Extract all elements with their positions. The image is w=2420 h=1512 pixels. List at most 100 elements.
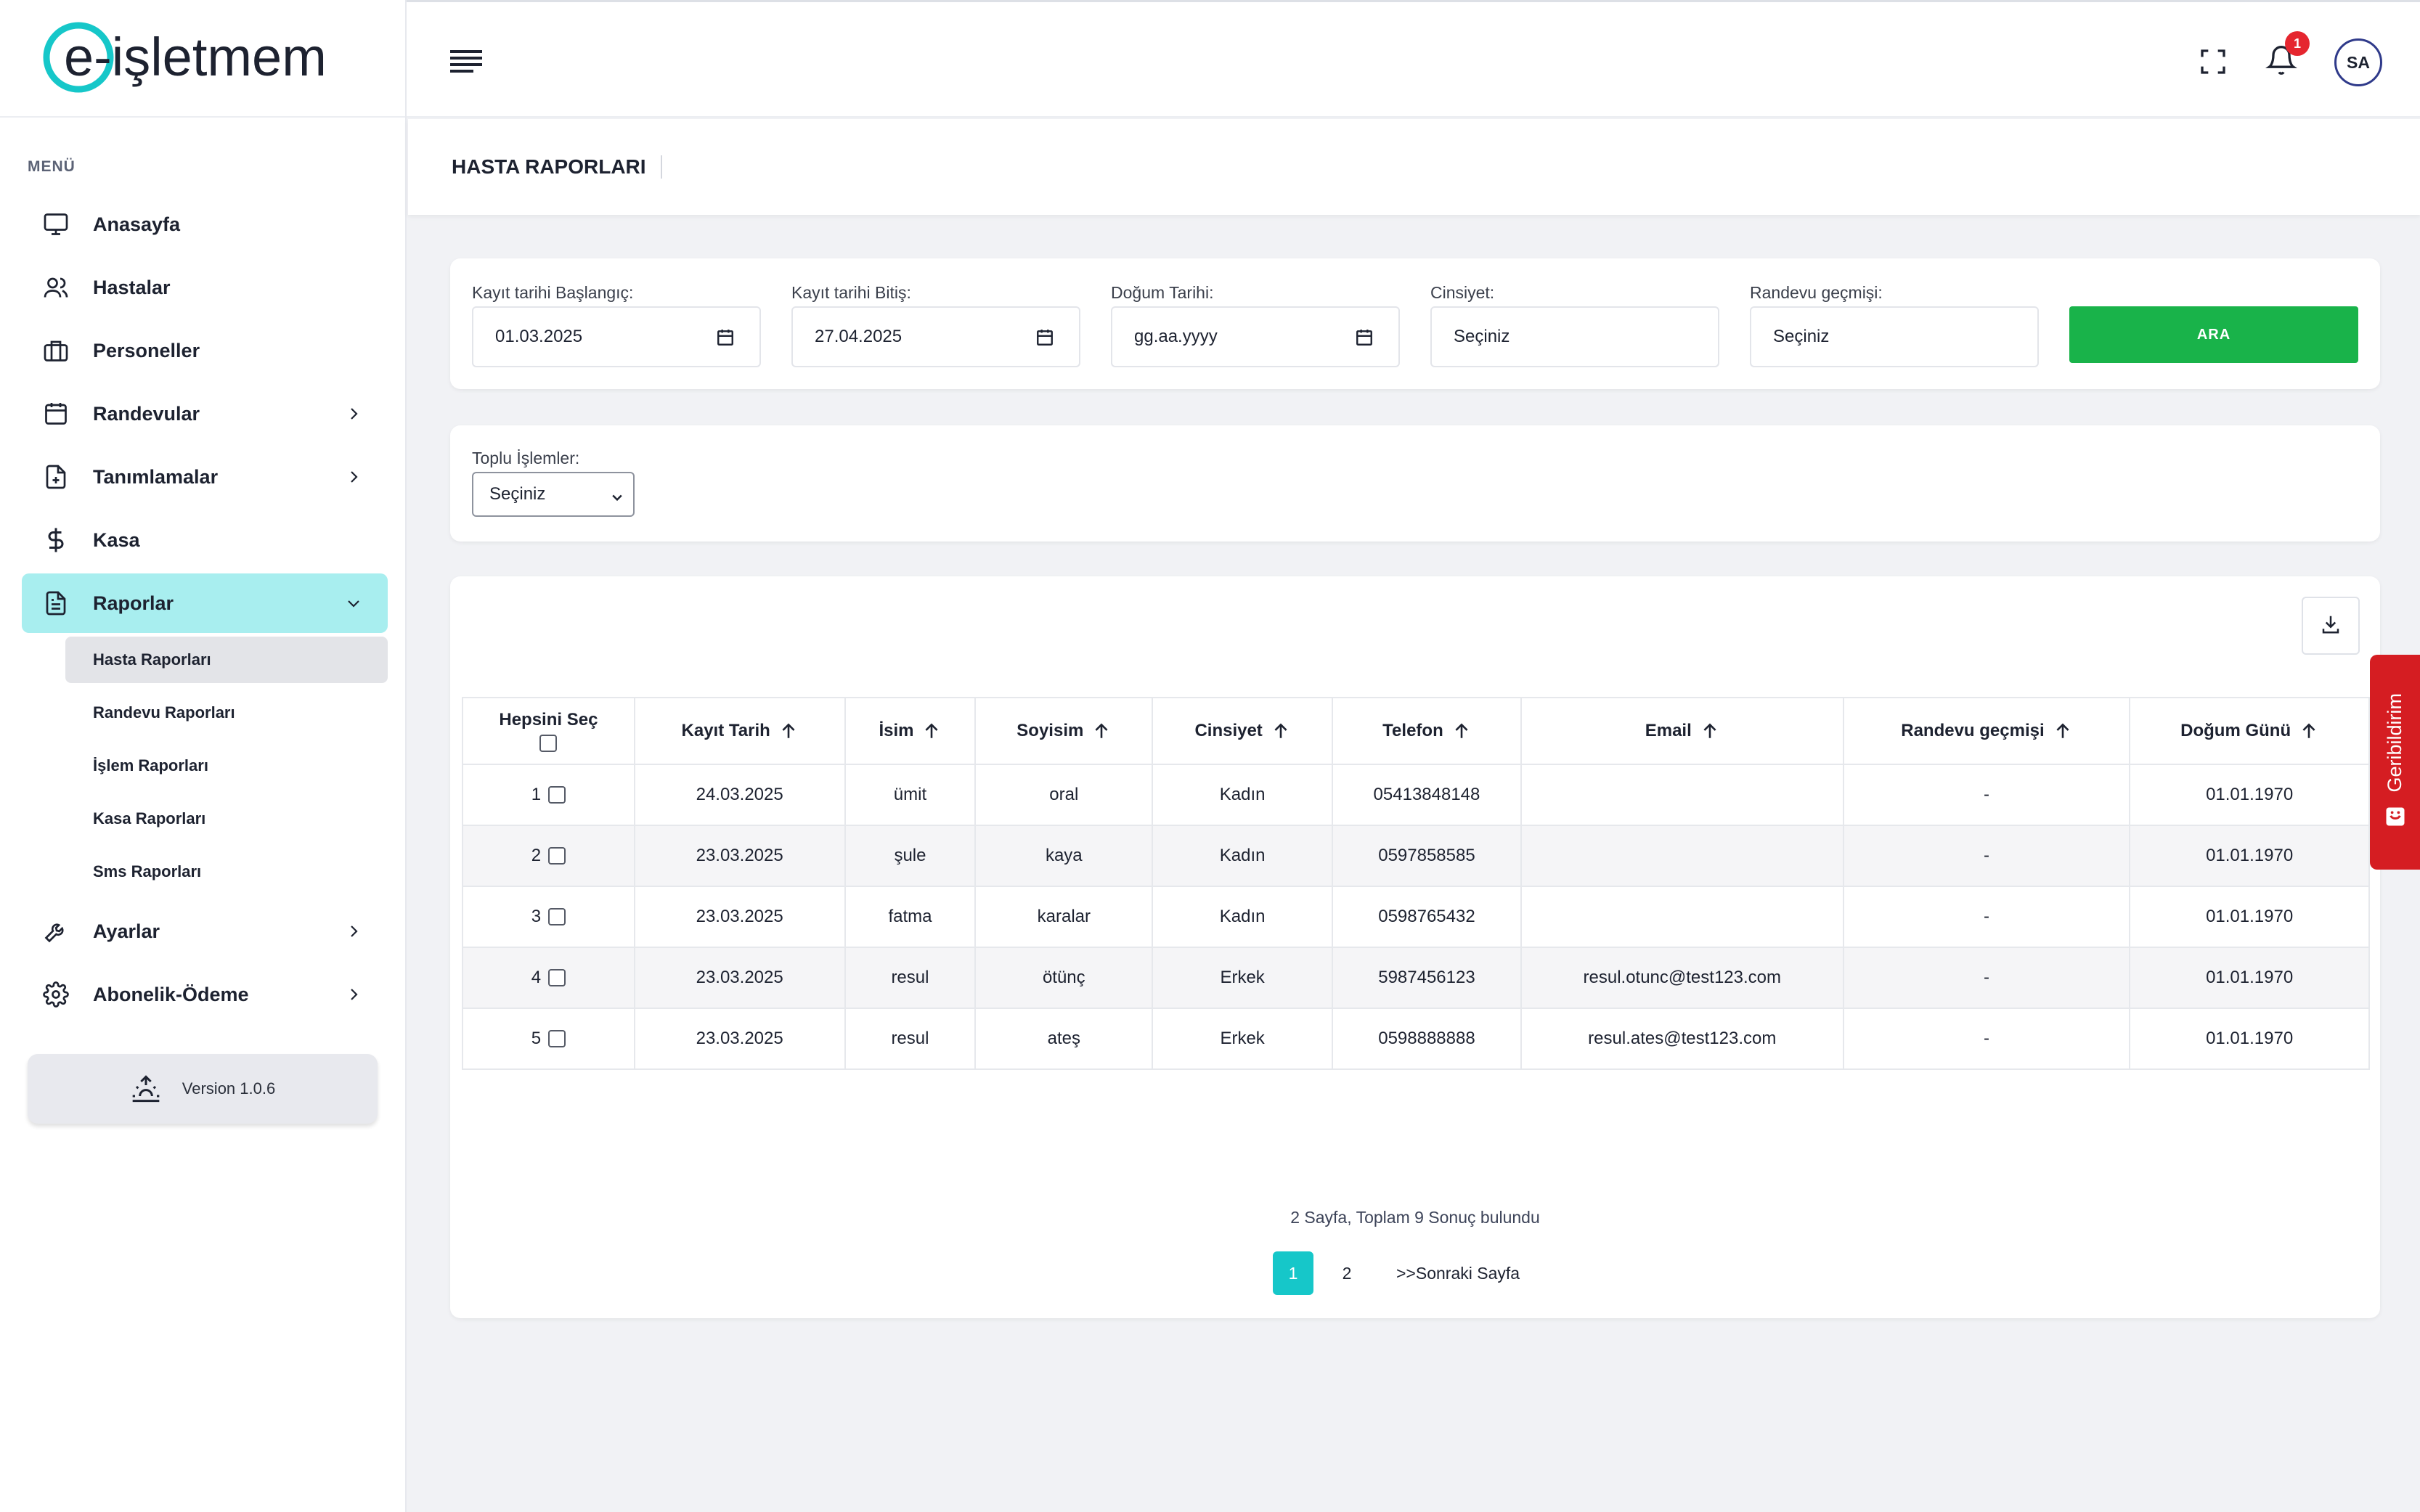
sidebar-item-hastalar[interactable]: Hastalar [22, 258, 388, 317]
bulk-actions-select[interactable]: Seçiniz [472, 472, 635, 517]
col-surname[interactable]: Soyisim [974, 697, 1154, 765]
feedback-tab[interactable]: Geribildirim [2370, 655, 2420, 870]
select-all-checkbox[interactable] [539, 735, 558, 752]
sort-arrow-icon[interactable] [2299, 720, 2318, 742]
col-phone[interactable]: Telefon [1332, 697, 1522, 765]
next-page-link[interactable]: >>Sonraki Sayfa [1396, 1264, 1520, 1283]
cell-surname: oral [974, 764, 1154, 826]
cell-date: 24.03.2025 [633, 764, 846, 826]
sidebar-item-label: Tanımlamalar [93, 465, 219, 488]
fullscreen-icon[interactable] [2199, 47, 2228, 80]
cell-name: şule [844, 825, 977, 887]
cell-phone: 05413848148 [1332, 764, 1522, 826]
cell-surname: kaya [974, 825, 1154, 887]
sort-arrow-icon[interactable] [1700, 720, 1719, 742]
cell-date: 23.03.2025 [633, 886, 846, 948]
filter-card: Kayıt tarihi Başlangıç: 01.03.2025 Kayıt… [450, 258, 2380, 389]
sidebar-subitem-sms-raporlari[interactable]: Sms Raporları [65, 849, 388, 895]
sidebar: e-işletmem MENÜ Anasayfa Hastalar Person… [0, 0, 407, 1512]
sidebar-item-abonelik-odeme[interactable]: Abonelik-Ödeme [22, 965, 388, 1024]
sidebar-item-tanimlamalar[interactable]: Tanımlamalar [22, 447, 388, 507]
sidebar-item-ayarlar[interactable]: Ayarlar [22, 902, 388, 961]
row-checkbox[interactable] [548, 786, 566, 804]
col-surname-label: Soyisim [1017, 721, 1084, 740]
cell-surname: ötünç [974, 947, 1154, 1009]
cell-gender: Erkek [1152, 947, 1334, 1009]
sort-arrow-icon[interactable] [1271, 720, 1290, 742]
page-button-2[interactable]: 2 [1327, 1251, 1367, 1295]
end-date-input[interactable]: 27.04.2025 [791, 306, 1080, 367]
cell-gender: Kadın [1152, 886, 1334, 948]
sort-arrow-icon[interactable] [1092, 720, 1111, 742]
cell-phone: 0598888888 [1332, 1008, 1522, 1070]
col-birthday-label: Doğum Günü [2180, 721, 2291, 740]
user-avatar[interactable]: SA [2334, 38, 2382, 86]
download-button[interactable] [2302, 597, 2360, 655]
col-gender[interactable]: Cinsiyet [1152, 697, 1334, 765]
row-select-cell: 4 [462, 947, 635, 1009]
calendar-icon[interactable] [716, 328, 735, 352]
search-button[interactable]: ARA [2069, 306, 2358, 363]
cell-email: resul.otunc@test123.com [1520, 947, 1844, 1009]
sidebar-subitem-kasa-raporlari[interactable]: Kasa Raporları [65, 796, 388, 842]
cell-name: resul [844, 1008, 977, 1070]
cell-phone: 0598765432 [1332, 886, 1522, 948]
row-checkbox[interactable] [548, 969, 566, 986]
download-icon [2320, 613, 2342, 639]
briefcase-icon [41, 335, 71, 366]
col-date[interactable]: Kayıt Tarih [633, 697, 846, 765]
start-date-input[interactable]: 01.03.2025 [472, 306, 761, 367]
logo[interactable]: e-işletmem [0, 0, 405, 118]
cell-surname: karalar [974, 886, 1154, 948]
birth-date-input[interactable]: gg.aa.yyyy [1111, 306, 1400, 367]
col-email-label: Email [1645, 721, 1692, 740]
cell-history: - [1842, 764, 2131, 826]
sidebar-item-personeller[interactable]: Personeller [22, 321, 388, 380]
col-birthday[interactable]: Doğum Günü [2129, 697, 2370, 765]
gender-select[interactable]: Seçiniz [1430, 306, 1719, 367]
cell-birthday: 01.01.1970 [2129, 764, 2370, 826]
sidebar-item-raporlar[interactable]: Raporlar [22, 573, 388, 633]
table-row: 1 24.03.2025 ümit oral Kadın 05413848148… [462, 764, 2370, 826]
sidebar-item-anasayfa[interactable]: Anasayfa [22, 195, 388, 254]
patient-report-table: Hepsini Seç Kayıt Tarih İsim Soyisim Cin… [462, 697, 2370, 1070]
sort-arrow-icon[interactable] [1452, 720, 1471, 742]
chevron-down-icon [610, 489, 624, 510]
col-email[interactable]: Email [1520, 697, 1844, 765]
row-checkbox[interactable] [548, 1030, 566, 1047]
col-name[interactable]: İsim [844, 697, 977, 765]
row-number: 2 [531, 846, 542, 865]
sidebar-subitem-randevu-raporlari[interactable]: Randevu Raporları [65, 690, 388, 736]
row-checkbox[interactable] [548, 908, 566, 925]
sort-arrow-icon[interactable] [2053, 720, 2072, 742]
history-select[interactable]: Seçiniz [1750, 306, 2039, 367]
birth-date-label: Doğum Tarihi: [1111, 283, 1214, 302]
calendar-icon[interactable] [1355, 328, 1374, 352]
cell-date: 23.03.2025 [633, 947, 846, 1009]
sidebar-subitem-islem-raporlari[interactable]: İşlem Raporları [65, 743, 388, 789]
sort-arrow-icon[interactable] [922, 720, 941, 742]
chevron-down-icon [343, 592, 364, 614]
sort-arrow-icon[interactable] [779, 720, 798, 742]
page-button-1[interactable]: 1 [1273, 1251, 1313, 1295]
history-label: Randevu geçmişi: [1750, 283, 1883, 302]
calendar-icon[interactable] [1035, 328, 1054, 352]
sidebar-item-randevular[interactable]: Randevular [22, 384, 388, 444]
start-date-value: 01.03.2025 [495, 327, 583, 346]
dollar-icon [41, 525, 71, 555]
sidebar-item-kasa[interactable]: Kasa [22, 510, 388, 570]
menu-toggle-icon[interactable] [450, 47, 482, 78]
row-checkbox[interactable] [548, 847, 566, 865]
col-select-all: Hepsini Seç [462, 697, 635, 765]
notification-count-badge: 1 [2285, 31, 2310, 56]
version-badge[interactable]: Version 1.0.6 [28, 1054, 378, 1124]
report-table-card: Hepsini Seç Kayıt Tarih İsim Soyisim Cin… [450, 576, 2380, 1318]
cell-date: 23.03.2025 [633, 825, 846, 887]
end-date-label: Kayıt tarihi Bitiş: [791, 283, 911, 302]
sidebar-subitem-hasta-raporlari[interactable]: Hasta Raporları [65, 637, 388, 683]
sidebar-item-label: Abonelik-Ödeme [93, 983, 249, 1005]
cell-email [1520, 886, 1844, 948]
logo-text: e-işletmem [64, 27, 327, 87]
col-history[interactable]: Randevu geçmişi [1842, 697, 2131, 765]
gear-icon [41, 979, 71, 1010]
